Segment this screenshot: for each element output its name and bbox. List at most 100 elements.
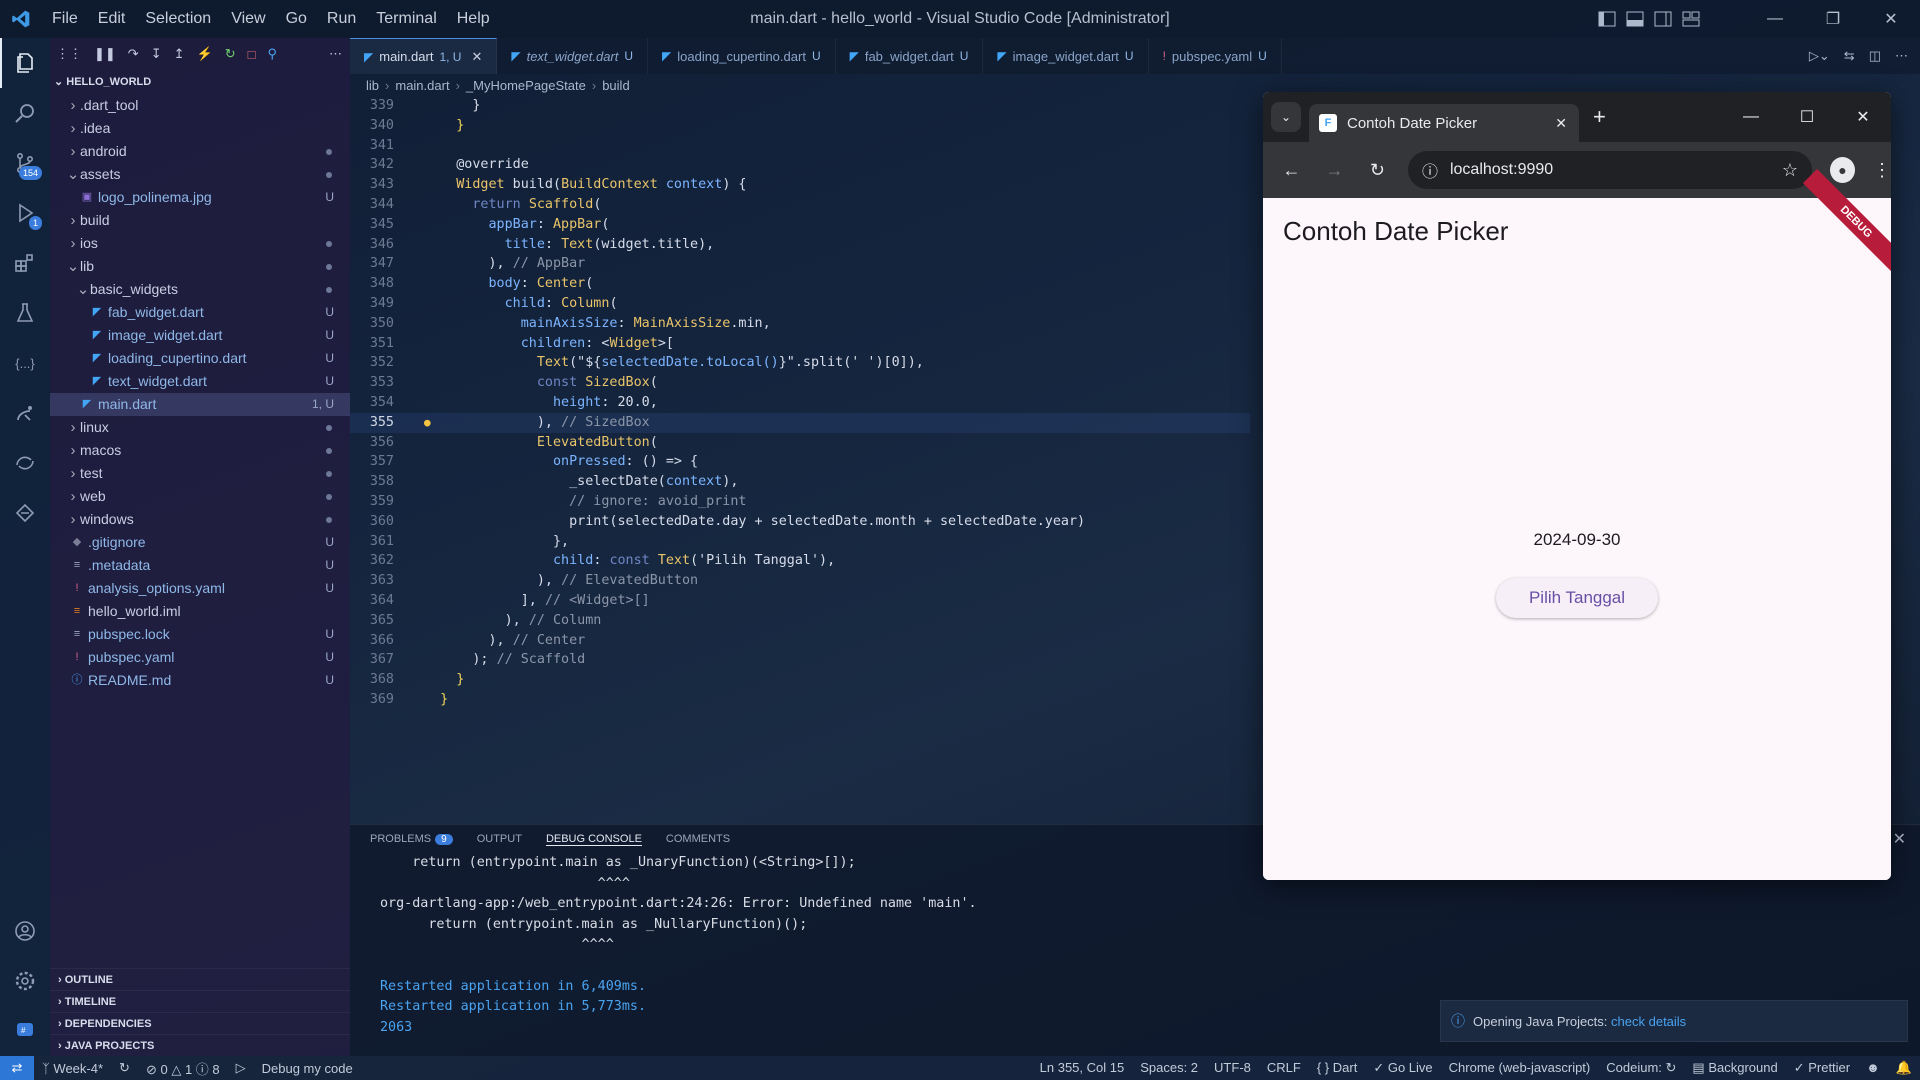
dart-devtools-icon[interactable] bbox=[0, 488, 50, 538]
tree-item[interactable]: ◤ text_widget.dart U bbox=[50, 370, 350, 393]
tree-item[interactable]: ! analysis_options.yaml U bbox=[50, 577, 350, 600]
go-live[interactable]: ✓ Go Live bbox=[1365, 1060, 1440, 1076]
menu-help[interactable]: Help bbox=[447, 0, 500, 38]
step-over-icon[interactable]: ↷ bbox=[128, 46, 139, 62]
close-icon[interactable]: ✕ bbox=[1862, 0, 1920, 38]
editor-tab[interactable]: ◤ main.dart 1, U ✕ bbox=[350, 38, 498, 74]
more-actions-icon[interactable]: ⋯ bbox=[1895, 48, 1908, 64]
section-java-projects[interactable]: › JAVA PROJECTS bbox=[50, 1034, 350, 1056]
section-dependencies[interactable]: › DEPENDENCIES bbox=[50, 1012, 350, 1034]
code-editor[interactable]: 339 } 340 } 341 342 @override 343 Widget bui… bbox=[350, 96, 1250, 816]
menu-view[interactable]: View bbox=[221, 0, 275, 38]
tree-item[interactable]: › .dart_tool bbox=[50, 94, 350, 117]
debug-launch-icon[interactable]: ▷ bbox=[228, 1060, 254, 1076]
tree-item[interactable]: › macos bbox=[50, 439, 350, 462]
tree-item[interactable]: ⓘ README.md U bbox=[50, 669, 350, 692]
tree-item[interactable]: ◤ loading_cupertino.dart U bbox=[50, 347, 350, 370]
pick-date-button[interactable]: Pilih Tanggal bbox=[1496, 578, 1658, 618]
tab-search-chevron-icon[interactable]: ⌄ bbox=[1271, 102, 1301, 132]
chat-icon[interactable]: # bbox=[0, 1006, 50, 1056]
run-debug-icon[interactable]: 1 bbox=[0, 188, 50, 238]
branch-status[interactable]: ᛉ Week-4* bbox=[34, 1061, 111, 1076]
codeium-status[interactable]: Codeium: ↻ bbox=[1598, 1060, 1684, 1076]
tree-item[interactable]: ◤ image_widget.dart U bbox=[50, 324, 350, 347]
menu-file[interactable]: File bbox=[42, 0, 88, 38]
drag-handle-icon[interactable]: ⋮⋮ bbox=[56, 46, 82, 62]
compare-changes-icon[interactable]: ⇆ bbox=[1844, 48, 1855, 64]
close-tab-icon[interactable]: ✕ bbox=[1555, 115, 1567, 132]
reload-icon[interactable]: ↻ bbox=[1365, 160, 1390, 181]
tree-item[interactable]: ≡ hello_world.iml bbox=[50, 600, 350, 623]
flutter-icon[interactable] bbox=[0, 388, 50, 438]
tree-item[interactable]: › ios bbox=[50, 232, 350, 255]
restart-icon[interactable]: ↻ bbox=[225, 46, 236, 62]
tree-item[interactable]: › web bbox=[50, 485, 350, 508]
search-icon[interactable] bbox=[0, 88, 50, 138]
settings-gear-icon[interactable] bbox=[0, 956, 50, 1006]
accounts-icon[interactable] bbox=[0, 906, 50, 956]
profile-avatar-icon[interactable]: ● bbox=[1830, 157, 1856, 183]
remote-explorer-icon[interactable] bbox=[0, 438, 50, 488]
run-debug-dropdown-icon[interactable]: ▷⌄ bbox=[1809, 48, 1830, 64]
panel-tab-comments[interactable]: COMMENTS bbox=[666, 833, 730, 845]
tree-item[interactable]: ! pubspec.yaml U bbox=[50, 646, 350, 669]
tree-item[interactable]: ≡ pubspec.lock U bbox=[50, 623, 350, 646]
tree-item[interactable]: › .idea bbox=[50, 117, 350, 140]
more-actions-icon[interactable]: ⋯ bbox=[329, 46, 342, 62]
tree-item[interactable]: ◆ .gitignore U bbox=[50, 531, 350, 554]
pause-icon[interactable]: ❚❚ bbox=[94, 46, 116, 62]
close-panel-icon[interactable]: ✕ bbox=[1893, 829, 1906, 849]
tree-item[interactable]: › build bbox=[50, 209, 350, 232]
problems-status[interactable]: ⊘ 0 △ 1 ⓘ 8 bbox=[138, 1059, 228, 1078]
breadcrumb-item[interactable]: lib bbox=[366, 78, 379, 93]
panel-tab-problems[interactable]: PROBLEMS 9 bbox=[370, 833, 453, 845]
check-details-link[interactable]: check details bbox=[1611, 1014, 1686, 1029]
browser-close-icon[interactable]: ✕ bbox=[1835, 92, 1891, 142]
stop-icon[interactable]: □ bbox=[248, 47, 256, 62]
json-icon[interactable]: {...} bbox=[0, 338, 50, 388]
address-bar[interactable]: ⓘ localhost:9990 ☆ bbox=[1407, 151, 1813, 189]
toggle-panel-icon[interactable] bbox=[1626, 11, 1644, 27]
breadcrumb-item[interactable]: build bbox=[602, 78, 629, 93]
minimize-icon[interactable]: — bbox=[1746, 0, 1804, 38]
breadcrumb-item[interactable]: _MyHomePageState bbox=[466, 78, 586, 93]
encoding[interactable]: UTF-8 bbox=[1206, 1060, 1259, 1076]
browser-menu-icon[interactable]: ⋮ bbox=[1873, 160, 1891, 181]
breadcrumb-item[interactable]: main.dart bbox=[395, 78, 449, 93]
lightbulb-icon[interactable]: ● bbox=[424, 413, 431, 433]
menu-go[interactable]: Go bbox=[276, 0, 317, 38]
browser-maximize-icon[interactable]: ☐ bbox=[1779, 92, 1835, 142]
chevron-down-icon[interactable]: ⌄ bbox=[54, 76, 63, 88]
restore-icon[interactable]: ❐ bbox=[1804, 0, 1862, 38]
editor-tab[interactable]: ◤ fab_widget.dart U bbox=[836, 38, 984, 74]
remote-indicator-icon[interactable]: ⇄ bbox=[0, 1056, 34, 1080]
extensions-icon[interactable] bbox=[0, 238, 50, 288]
tree-item[interactable]: ⌄ basic_widgets bbox=[50, 278, 350, 301]
editor-tab[interactable]: ! pubspec.yaml U bbox=[1149, 38, 1282, 74]
tree-item[interactable]: › test bbox=[50, 462, 350, 485]
toggle-primary-sidebar-icon[interactable] bbox=[1598, 11, 1616, 27]
tree-item[interactable]: › windows bbox=[50, 508, 350, 531]
tree-item[interactable]: ◤ main.dart 1, U bbox=[50, 393, 350, 416]
panel-tab-output[interactable]: OUTPUT bbox=[477, 833, 522, 845]
step-out-icon[interactable]: ↥ bbox=[174, 46, 185, 62]
inspect-widget-icon[interactable]: ⚲ bbox=[267, 46, 277, 62]
cursor-position[interactable]: Ln 355, Col 15 bbox=[1032, 1060, 1133, 1076]
feedback-icon[interactable]: ☻ bbox=[1858, 1060, 1888, 1076]
line-endings[interactable]: CRLF bbox=[1259, 1060, 1309, 1076]
editor-tab[interactable]: ◤ loading_cupertino.dart U bbox=[648, 38, 836, 74]
tree-item[interactable]: › android bbox=[50, 140, 350, 163]
tree-item[interactable]: ⌄ assets bbox=[50, 163, 350, 186]
browser-minimize-icon[interactable]: — bbox=[1723, 92, 1779, 142]
tree-item[interactable]: ⌄ lib bbox=[50, 255, 350, 278]
hot-reload-icon[interactable]: ⚡ bbox=[197, 46, 213, 62]
editor-tab[interactable]: ◤ text_widget.dart U bbox=[497, 38, 649, 74]
source-control-icon[interactable]: 154 bbox=[0, 138, 50, 188]
language-mode[interactable]: { } Dart bbox=[1309, 1060, 1365, 1076]
debug-config[interactable]: Debug my code bbox=[254, 1061, 361, 1076]
customize-layout-icon[interactable] bbox=[1682, 11, 1700, 27]
notifications-bell-icon[interactable]: 🔔 bbox=[1888, 1060, 1920, 1076]
panel-tab-debug-console[interactable]: DEBUG CONSOLE bbox=[545, 833, 642, 846]
bookmark-star-icon[interactable]: ☆ bbox=[1782, 160, 1798, 181]
indentation[interactable]: Spaces: 2 bbox=[1132, 1060, 1206, 1076]
